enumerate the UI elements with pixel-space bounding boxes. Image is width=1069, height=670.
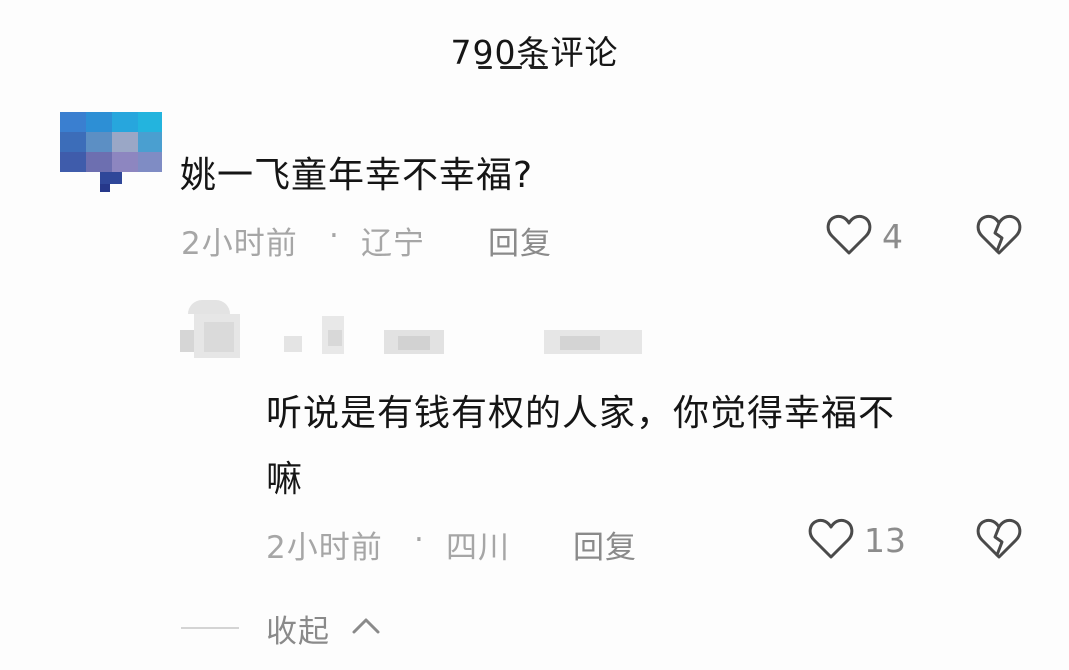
comment-time: 2小时前 <box>181 226 298 262</box>
title-underline <box>478 66 548 69</box>
heart-outline-icon[interactable] <box>808 517 854 561</box>
broken-heart-icon[interactable] <box>976 517 1022 561</box>
collapse-divider <box>181 627 239 629</box>
reply-button[interactable]: 回复 <box>488 218 552 263</box>
like-count: 4 <box>882 217 903 256</box>
meta-separator: · <box>329 218 340 254</box>
comment-location: 辽宁 <box>361 226 425 262</box>
comments-panel: 790条评论 姚一飞童年幸不幸福? 2小时前 · 辽宁 回复 4 听说是有钱有权… <box>0 0 1069 670</box>
reply-text-line2: 嘛 <box>266 459 304 500</box>
reply-time: 2小时前 <box>266 530 383 566</box>
reply-author-avatar[interactable] <box>180 300 242 362</box>
reply-like-count: 13 <box>864 521 906 560</box>
heart-outline-icon[interactable] <box>826 213 872 257</box>
collapse-replies-button[interactable]: 收起 <box>266 606 330 651</box>
collapse-label: 收起 <box>266 614 330 650</box>
broken-heart-icon[interactable] <box>976 213 1022 257</box>
commenter-avatar[interactable] <box>60 112 162 192</box>
chevron-up-icon[interactable] <box>350 614 382 636</box>
reply-to-reply-button[interactable]: 回复 <box>573 522 637 567</box>
reply-location: 四川 <box>446 530 510 566</box>
reply-text-line1: 听说是有钱有权的人家，你觉得幸福不 <box>266 393 896 434</box>
meta-separator: · <box>414 522 425 558</box>
comment-text: 姚一飞童年幸不幸福? <box>180 155 534 196</box>
